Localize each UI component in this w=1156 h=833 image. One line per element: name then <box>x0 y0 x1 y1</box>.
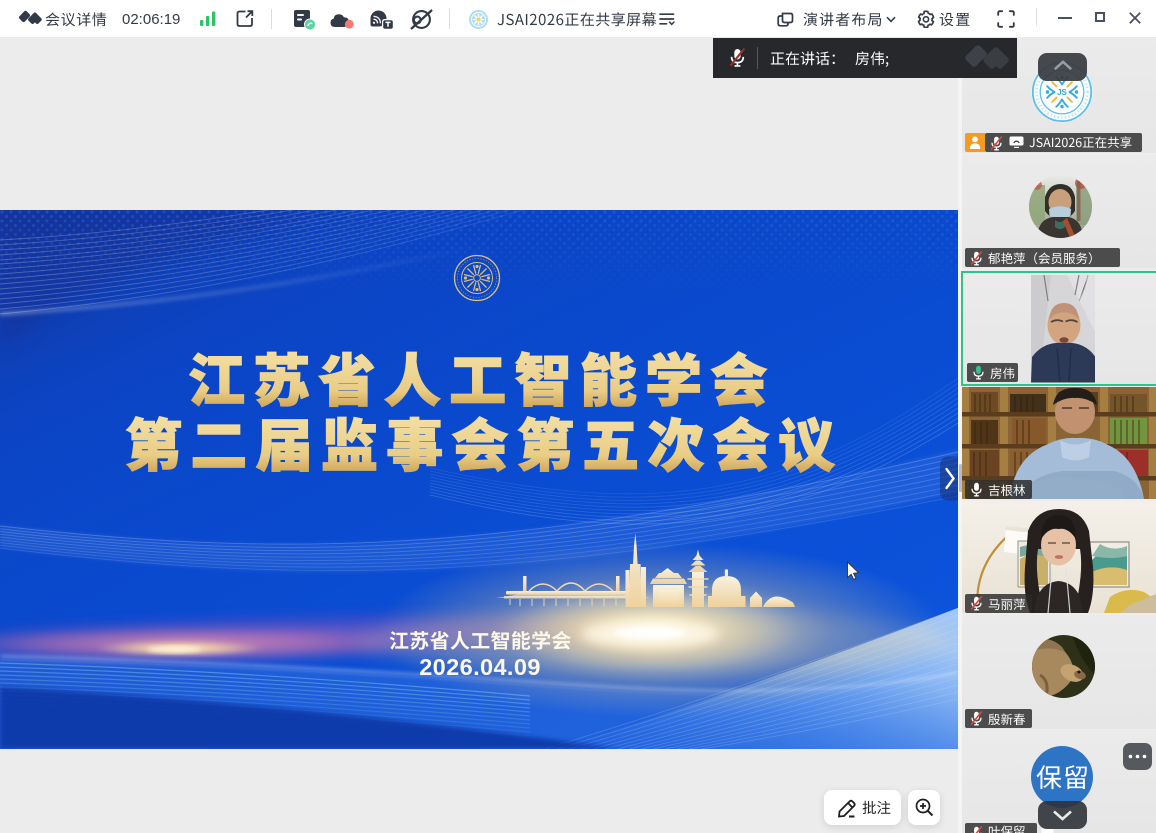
svg-text:JS: JS <box>1057 88 1067 97</box>
